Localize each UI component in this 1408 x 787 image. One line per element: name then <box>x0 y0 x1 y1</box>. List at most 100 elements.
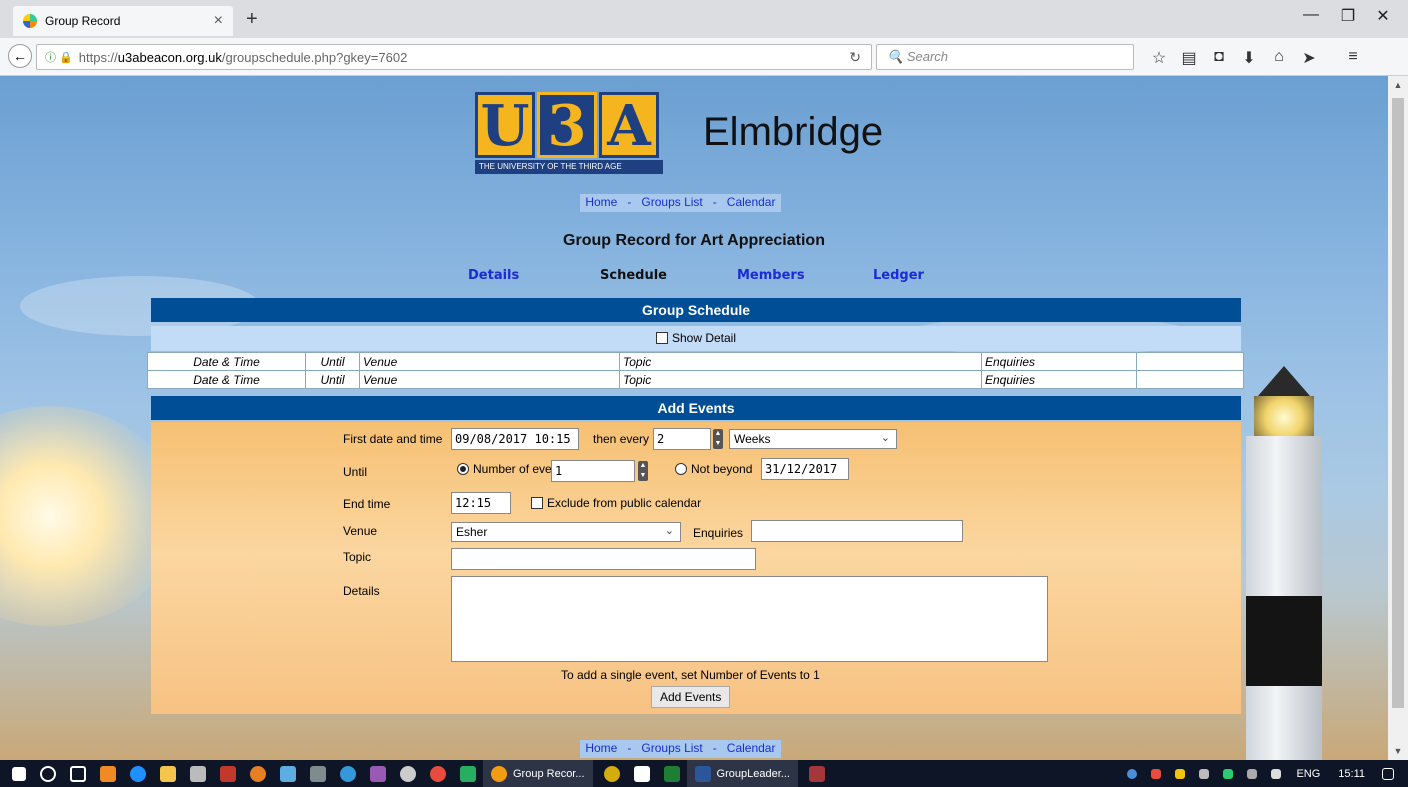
url-path: /groupschedule.php?gkey=7602 <box>221 49 408 65</box>
details-label: Details <box>343 584 380 598</box>
exclude-checkbox[interactable] <box>531 497 543 509</box>
top-nav: Home - Groups List - Calendar <box>580 194 781 212</box>
not-beyond-input[interactable]: 31/12/2017 <box>761 458 849 480</box>
venue-select[interactable]: Esher ⌄ <box>451 522 681 542</box>
app-icon[interactable] <box>310 765 326 782</box>
show-detail-checkbox[interactable] <box>655 332 668 344</box>
close-tab-icon[interactable]: × <box>214 12 223 30</box>
table-cell: Until <box>305 352 360 371</box>
taskbar-app-firefox[interactable]: Group Recor... <box>483 760 593 787</box>
page-scrollbar[interactable]: ▲ ▼ <box>1388 76 1408 760</box>
mail-icon[interactable] <box>633 765 650 782</box>
app-icon[interactable] <box>250 765 266 782</box>
u3a-logo[interactable]: U 3 A THE UNIVERSITY OF THE THIRD AGE <box>475 92 663 174</box>
bookmark-star-icon[interactable]: ☆ <box>1148 48 1170 68</box>
app-icon[interactable] <box>603 765 620 782</box>
tab-schedule: Schedule <box>600 268 667 283</box>
app-icon[interactable] <box>400 765 416 782</box>
excel-icon[interactable] <box>663 765 680 782</box>
num-events-spin-icon[interactable]: ▲ ▼ <box>638 461 648 481</box>
tray-icon[interactable] <box>1175 768 1186 779</box>
cortana-icon[interactable] <box>40 765 56 782</box>
tray-icon[interactable] <box>1151 768 1162 779</box>
nav-calendar-link[interactable]: Calendar <box>727 195 776 209</box>
back-icon[interactable]: ← <box>8 44 32 68</box>
address-bar[interactable]: ⓘ 🔒 https://u3abeacon.org.uk/groupschedu… <box>36 44 872 70</box>
tray-icon[interactable] <box>1223 768 1234 779</box>
chevron-down-icon: ⌄ <box>664 525 674 537</box>
tab-title: Group Record <box>45 14 121 28</box>
page-content: U 3 A THE UNIVERSITY OF THE THIRD AGE El… <box>0 76 1388 760</box>
network-icon[interactable] <box>1247 768 1258 779</box>
app-icon[interactable] <box>460 765 476 782</box>
browser-tab[interactable]: Group Record × <box>13 6 233 36</box>
home-icon[interactable]: ⌂ <box>1268 48 1290 66</box>
browser-search-input[interactable]: 🔍 Search <box>876 44 1134 70</box>
pocket-icon[interactable]: ◘ <box>1208 48 1230 66</box>
volume-icon[interactable] <box>1271 768 1282 779</box>
details-textarea[interactable] <box>451 576 1048 662</box>
enquiries-input[interactable] <box>751 520 963 542</box>
add-events-button[interactable]: Add Events <box>651 686 731 708</box>
task-view-icon[interactable] <box>70 765 86 782</box>
access-icon[interactable] <box>808 765 825 782</box>
nav-home-link[interactable]: Home <box>585 195 617 209</box>
period-select[interactable]: Weeks ⌄ <box>729 429 897 449</box>
reading-list-icon[interactable]: ▤ <box>1178 48 1200 68</box>
close-window-icon[interactable]: ✕ <box>1368 6 1398 26</box>
edge-icon[interactable] <box>130 765 146 782</box>
nav-home-link[interactable]: Home <box>585 741 617 755</box>
show-detail-label: Show Detail <box>671 331 737 345</box>
not-beyond-radio[interactable] <box>675 463 687 475</box>
table-cell: Until <box>305 370 360 389</box>
first-date-input[interactable]: 09/08/2017 10:15 <box>451 428 579 450</box>
scroll-up-icon[interactable]: ▲ <box>1388 80 1408 90</box>
nav-separator: - <box>712 195 717 209</box>
scroll-down-icon[interactable]: ▼ <box>1388 746 1408 756</box>
new-tab-icon[interactable]: + <box>246 8 258 31</box>
not-beyond-option[interactable]: Not beyond <box>675 462 752 476</box>
end-time-input[interactable]: 12:15 <box>451 492 511 514</box>
clock[interactable]: 15:11 <box>1338 768 1365 780</box>
taskbar-app-label: GroupLeader... <box>716 767 790 780</box>
menu-icon[interactable]: ≡ <box>1342 48 1364 66</box>
explorer-icon[interactable] <box>160 765 176 782</box>
taskbar-app-word[interactable]: GroupLeader... <box>686 760 798 787</box>
num-events-radio[interactable] <box>457 463 469 475</box>
tab-members[interactable]: Members <box>737 268 805 283</box>
download-icon[interactable]: ⬇ <box>1238 48 1260 68</box>
app-icon[interactable] <box>280 765 296 782</box>
search-placeholder: Search <box>906 49 949 64</box>
nav-groups-link[interactable]: Groups List <box>641 195 702 209</box>
notifications-icon[interactable] <box>1382 767 1394 780</box>
app-icon[interactable] <box>100 765 116 782</box>
period-value: Weeks <box>734 432 771 446</box>
app-icon[interactable] <box>370 765 386 782</box>
exclude-option[interactable]: Exclude from public calendar <box>531 496 701 510</box>
scrollbar-thumb[interactable] <box>1392 98 1404 708</box>
start-icon[interactable] <box>12 766 26 781</box>
site-favicon-icon <box>23 14 37 28</box>
minimize-icon[interactable]: — <box>1296 6 1326 24</box>
first-date-label: First date and time <box>343 432 443 446</box>
tray-icon[interactable] <box>1127 768 1138 779</box>
tab-details[interactable]: Details <box>468 268 519 283</box>
num-events-stepper[interactable]: 1 <box>551 460 635 482</box>
store-icon[interactable] <box>190 765 206 782</box>
tab-ledger[interactable]: Ledger <box>873 268 924 283</box>
every-stepper[interactable]: 2 <box>653 428 711 450</box>
chrome-icon[interactable] <box>430 765 446 782</box>
nav-groups-link[interactable]: Groups List <box>641 741 702 755</box>
reload-icon[interactable]: ↻ <box>849 49 861 66</box>
language-indicator[interactable]: ENG <box>1296 768 1320 780</box>
table-cell <box>1136 352 1244 371</box>
send-icon[interactable]: ➤ <box>1298 48 1320 68</box>
restore-icon[interactable]: ❐ <box>1333 6 1363 26</box>
filezilla-icon[interactable] <box>220 765 236 782</box>
tray-icon[interactable] <box>1199 768 1210 779</box>
app-icon[interactable] <box>340 765 356 782</box>
nav-calendar-link[interactable]: Calendar <box>727 741 776 755</box>
topic-input[interactable] <box>451 548 756 570</box>
venue-label: Venue <box>343 524 378 538</box>
every-spin-icon[interactable]: ▲ ▼ <box>713 429 723 449</box>
